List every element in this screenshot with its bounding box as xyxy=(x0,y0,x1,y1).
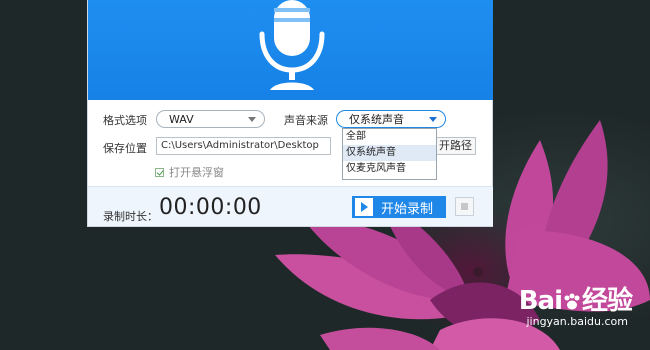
chevron-down-icon xyxy=(248,117,256,122)
open-path-button[interactable]: 开路径 xyxy=(432,137,476,155)
start-recording-label: 开始录制 xyxy=(381,201,434,217)
paw-icon xyxy=(564,293,580,309)
source-dropdown-list: 全部 仅系统声音 仅麦克风声音 xyxy=(342,128,437,180)
source-select[interactable]: 仅系统声音 xyxy=(336,110,446,128)
control-bar: 录制时长： 00:00:00 开始录制 xyxy=(88,186,493,226)
float-window-toggle[interactable]: 打开悬浮窗 xyxy=(155,164,224,180)
dropdown-option-mic[interactable]: 仅麦克风声音 xyxy=(343,161,436,177)
window-header xyxy=(88,0,493,100)
format-label: 格式选项 xyxy=(103,114,147,127)
watermark-url: jingyan.baidu.com xyxy=(526,315,628,328)
dropdown-option-all[interactable]: 全部 xyxy=(343,129,436,145)
source-value: 仅系统声音 xyxy=(349,113,404,126)
float-window-label: 打开悬浮窗 xyxy=(169,166,224,179)
play-icon xyxy=(355,198,373,216)
save-path-field[interactable]: C:\Users\Administrator\Desktop xyxy=(156,137,331,155)
save-location-label: 保存位置 xyxy=(103,142,147,155)
chevron-down-icon xyxy=(429,117,437,122)
baidu-jingyan-watermark: Bai 经验 jingyan.baidu.com xyxy=(518,280,633,328)
source-label: 声音来源 xyxy=(284,114,328,127)
watermark-logo-text-b: 经验 xyxy=(581,286,633,316)
dropdown-option-system[interactable]: 仅系统声音 xyxy=(343,145,436,161)
recorder-window: 格式选项 WAV 声音来源 仅系统声音 保存位置 打开悬浮窗 录制时长： 00:… xyxy=(87,0,493,227)
timer-display: 00:00:00 xyxy=(159,195,262,220)
start-recording-button[interactable]: 开始录制 xyxy=(352,196,446,218)
format-select[interactable]: WAV xyxy=(156,110,265,128)
microphone-icon xyxy=(259,0,325,90)
duration-label: 录制时长： xyxy=(103,210,158,223)
watermark-logo-text-a: Bai xyxy=(518,286,563,316)
stop-button[interactable] xyxy=(455,197,474,216)
format-value: WAV xyxy=(169,112,194,126)
watermark-logo: Bai 经验 xyxy=(518,280,633,317)
checkbox-icon[interactable] xyxy=(155,167,164,177)
